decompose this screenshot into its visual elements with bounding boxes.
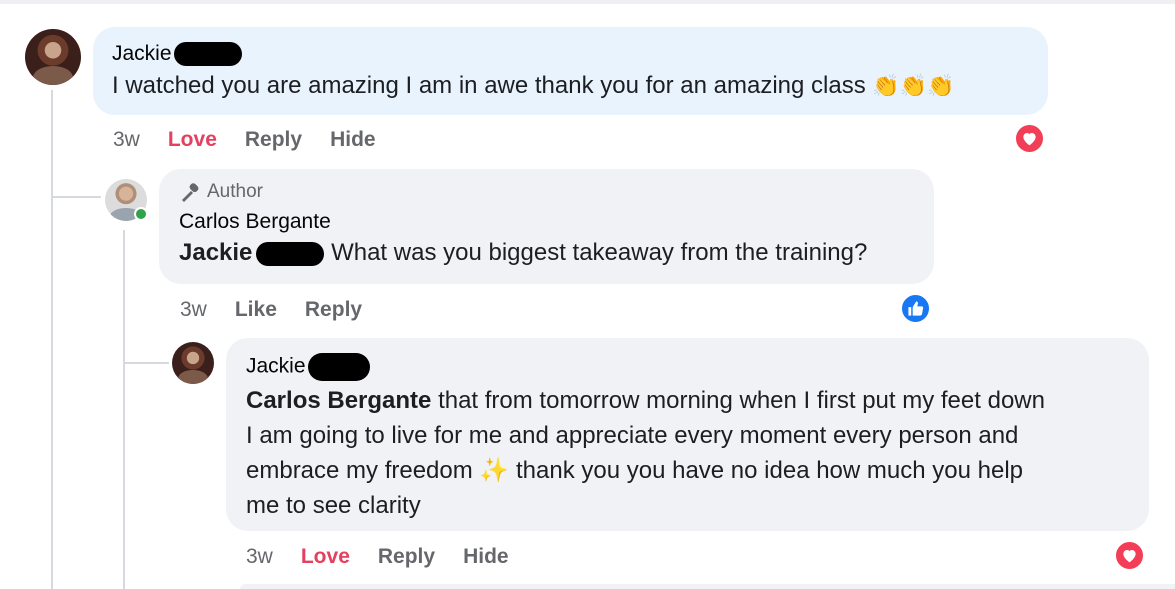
thread-line: [51, 90, 53, 589]
timestamp[interactable]: 3w: [113, 128, 140, 152]
reply-button[interactable]: Reply: [245, 128, 302, 152]
timestamp[interactable]: 3w: [180, 298, 207, 322]
top-divider: [0, 0, 1175, 4]
author-label: Author: [207, 181, 263, 202]
comment-bubble: Jackie Carlos Bergante that from tomorro…: [226, 338, 1149, 531]
reply-button[interactable]: Reply: [378, 545, 435, 569]
comment-author[interactable]: Carlos Bergante: [179, 209, 934, 235]
comment-actions: 3w Love Reply Hide: [246, 545, 537, 569]
comment-bubble: Jackie I watched you are amazing I am in…: [93, 27, 1048, 115]
comment-author[interactable]: Jackie: [112, 41, 1048, 67]
reply-button[interactable]: Reply: [305, 298, 362, 322]
next-bubble-edge: [240, 584, 1175, 589]
comment-text: Jackie What was you biggest takeaway fro…: [179, 239, 868, 266]
comment-bubble: Author Carlos Bergante Jackie What was y…: [159, 169, 934, 284]
sparkles-emoji: ✨: [479, 457, 510, 484]
thread-branch: [123, 362, 169, 364]
comment-actions: 3w Like Reply: [180, 298, 390, 322]
avatar[interactable]: [25, 29, 81, 85]
like-button[interactable]: Like: [235, 298, 277, 322]
comment-actions: 3w Love Reply Hide: [113, 128, 404, 152]
hide-button[interactable]: Hide: [330, 128, 376, 152]
comment-author[interactable]: Jackie: [246, 353, 1149, 381]
thread-branch: [51, 196, 101, 198]
avatar[interactable]: [172, 342, 214, 384]
clap-emoji: 👏👏👏: [872, 73, 955, 98]
thread-line: [123, 230, 125, 589]
comment-text: I watched you are amazing I am in awe th…: [112, 72, 955, 99]
hide-button[interactable]: Hide: [463, 545, 509, 569]
mention-link[interactable]: Jackie: [179, 239, 325, 266]
mention-link[interactable]: Carlos Bergante: [246, 387, 431, 414]
love-button[interactable]: Love: [168, 128, 217, 152]
redacted-name: [173, 42, 242, 67]
comment-text: Carlos Bergante that from tomorrow morni…: [246, 387, 1045, 519]
heart-reaction-icon[interactable]: [1114, 540, 1145, 571]
love-button[interactable]: Love: [301, 545, 350, 569]
heart-reaction-icon[interactable]: [1014, 123, 1045, 154]
author-badge: Author: [179, 181, 934, 203]
microphone-icon: [182, 183, 199, 202]
online-status-icon: [134, 207, 148, 221]
redacted-name: [307, 353, 370, 381]
timestamp[interactable]: 3w: [246, 545, 273, 569]
like-reaction-icon[interactable]: [900, 293, 931, 324]
redacted-name: [256, 241, 325, 266]
